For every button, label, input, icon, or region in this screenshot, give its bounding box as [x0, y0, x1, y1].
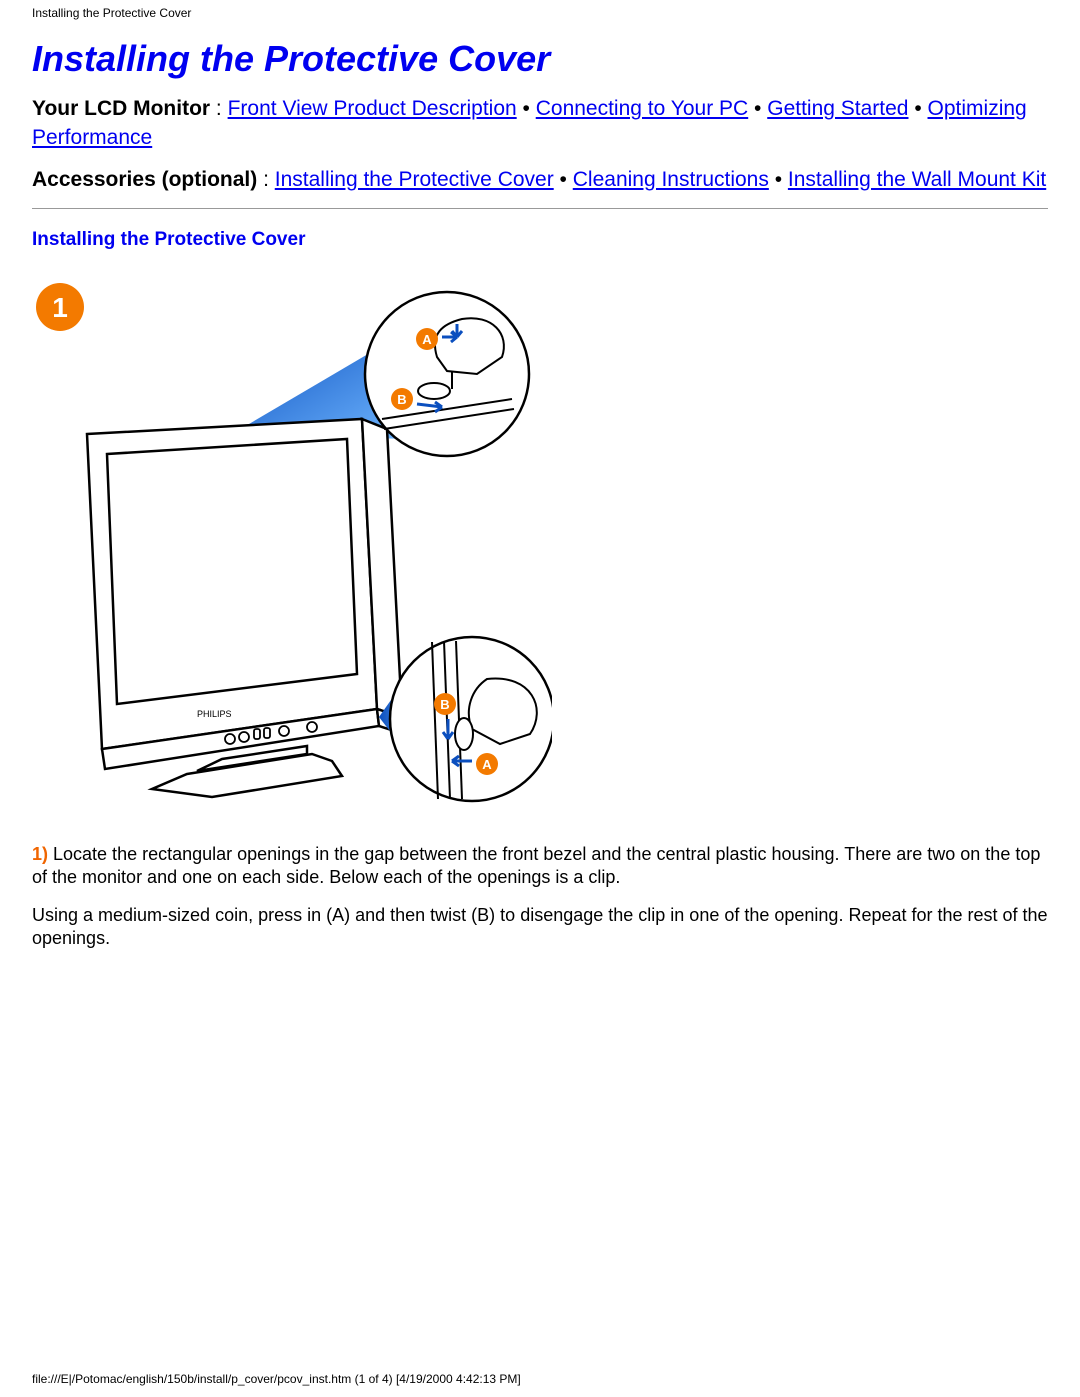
marker-a-side: A	[482, 757, 492, 772]
page-title: Installing the Protective Cover	[32, 38, 1048, 80]
step1-number: 1)	[32, 844, 48, 864]
link-install-cover[interactable]: Installing the Protective Cover	[275, 168, 554, 191]
nav-lcd-monitor: Your LCD Monitor : Front View Product De…	[32, 94, 1048, 153]
footer-path: file:///E|/Potomac/english/150b/install/…	[32, 1372, 521, 1386]
step1-text-cont: Using a medium-sized coin, press in (A) …	[32, 904, 1048, 949]
doc-header: Installing the Protective Cover	[0, 0, 1080, 20]
section-heading: Installing the Protective Cover	[32, 229, 1048, 251]
divider	[32, 208, 1048, 209]
link-connecting-pc[interactable]: Connecting to Your PC	[536, 97, 748, 120]
nav-accessories: Accessories (optional) : Installing the …	[32, 165, 1048, 194]
monitor-brand-text: PHILIPS	[197, 709, 232, 719]
step1-text: 1) Locate the rectangular openings in th…	[32, 843, 1048, 888]
monitor-illustration: PHILIPS	[87, 419, 404, 797]
link-wall-mount[interactable]: Installing the Wall Mount Kit	[788, 168, 1046, 191]
marker-b-top: B	[397, 392, 406, 407]
link-front-view[interactable]: Front View Product Description	[228, 97, 517, 120]
detail-top-circle: A B	[365, 292, 529, 456]
step-badge-text: 1	[52, 292, 68, 323]
marker-a-top: A	[422, 332, 432, 347]
marker-b-side: B	[440, 697, 449, 712]
detail-side-circle: B A	[390, 637, 552, 801]
nav-lcd-label: Your LCD Monitor	[32, 97, 210, 120]
step1-body: Locate the rectangular openings in the g…	[32, 844, 1040, 887]
link-cleaning[interactable]: Cleaning Instructions	[573, 168, 769, 191]
link-getting-started[interactable]: Getting Started	[767, 97, 908, 120]
nav-accessories-label: Accessories (optional)	[32, 168, 257, 191]
step-illustration: 1	[32, 279, 1048, 815]
